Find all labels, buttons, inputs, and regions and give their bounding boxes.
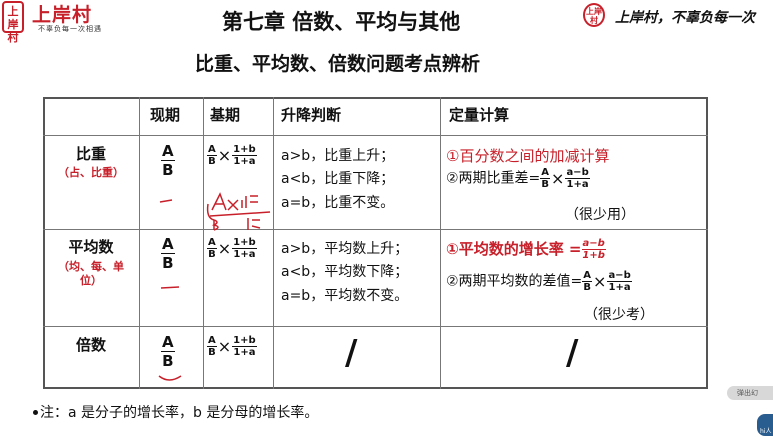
row-label-multiple: 倍数 xyxy=(75,336,106,354)
calc-line: ①平均数的增长率 = a−b 1+b xyxy=(446,238,606,261)
brand-slogan: 不辜负每一次相遇 xyxy=(38,25,102,33)
handwritten-annotation xyxy=(160,286,180,289)
side-popup-label: 弹出幻 xyxy=(737,389,758,397)
header-calculation: 定量计算 xyxy=(449,106,510,124)
judge-line: a>b，比重上升； xyxy=(281,148,395,164)
table-divider xyxy=(43,326,708,327)
handwritten-annotation xyxy=(159,192,271,231)
judge-line: a<b，平均数下降； xyxy=(281,264,409,280)
logo: 上岸村 xyxy=(2,1,24,44)
calc-line: ②两期比重差= A B × a−b 1+a xyxy=(446,167,590,190)
chapter-title: 第七章 倍数、平均与其他 xyxy=(222,10,461,34)
base-formula: A B × 1+b 1+a xyxy=(207,335,257,358)
judge-line: a=b，平均数不变。 xyxy=(281,288,409,304)
table-divider xyxy=(139,97,140,389)
table-divider xyxy=(43,229,708,230)
header-base: 基期 xyxy=(210,106,241,124)
current-fraction: AB xyxy=(161,235,175,272)
row-sub-proportion: （占、比重） xyxy=(58,166,124,179)
base-formula: A B × 1+b 1+a xyxy=(207,237,257,260)
right-slogan: 上岸村，不辜负每一次 xyxy=(615,10,755,26)
calc-line: ②两期平均数的差值= A B × a−b 1+a xyxy=(446,270,632,293)
table-divider xyxy=(203,97,204,389)
table-divider xyxy=(440,97,441,389)
row-sub-average: （均、每、单位） xyxy=(58,260,124,287)
bullet-icon xyxy=(33,410,38,415)
avatar-label: hi人 xyxy=(760,428,772,435)
header-current: 现期 xyxy=(150,106,181,124)
judge-line: a<b，比重下降； xyxy=(281,171,395,187)
calc-note: （很少用） xyxy=(565,207,635,223)
row-label-average: 平均数 xyxy=(68,238,114,256)
current-fraction: AB xyxy=(161,333,175,370)
table-divider xyxy=(273,97,274,389)
current-fraction: AB xyxy=(161,142,175,179)
header-judgement: 升降判断 xyxy=(281,106,342,124)
calc-line: ①百分数之间的加减计算 xyxy=(446,147,610,165)
base-formula: A B × 1+b 1+a xyxy=(207,144,257,167)
calc-slash: / xyxy=(566,333,579,373)
calc-note: （很少考） xyxy=(584,307,654,323)
handwritten-annotation xyxy=(158,375,182,381)
row-label-proportion: 比重 xyxy=(75,145,106,163)
avatar[interactable]: hi人 xyxy=(757,414,773,436)
footnote: 注：a 是分子的增长率，b 是分母的增长率。 xyxy=(40,405,319,421)
judge-slash: / xyxy=(345,333,358,373)
brand-name: 上岸村 xyxy=(32,4,93,26)
right-logo: 上岸村 xyxy=(583,3,605,27)
judge-line: a>b，平均数上升； xyxy=(281,241,409,257)
judge-line: a=b，比重不变。 xyxy=(281,195,395,211)
slide-subtitle: 比重、平均数、倍数问题考点辨析 xyxy=(195,53,481,75)
table-divider xyxy=(43,135,708,136)
side-popup-button[interactable]: 弹出幻 xyxy=(727,386,773,400)
